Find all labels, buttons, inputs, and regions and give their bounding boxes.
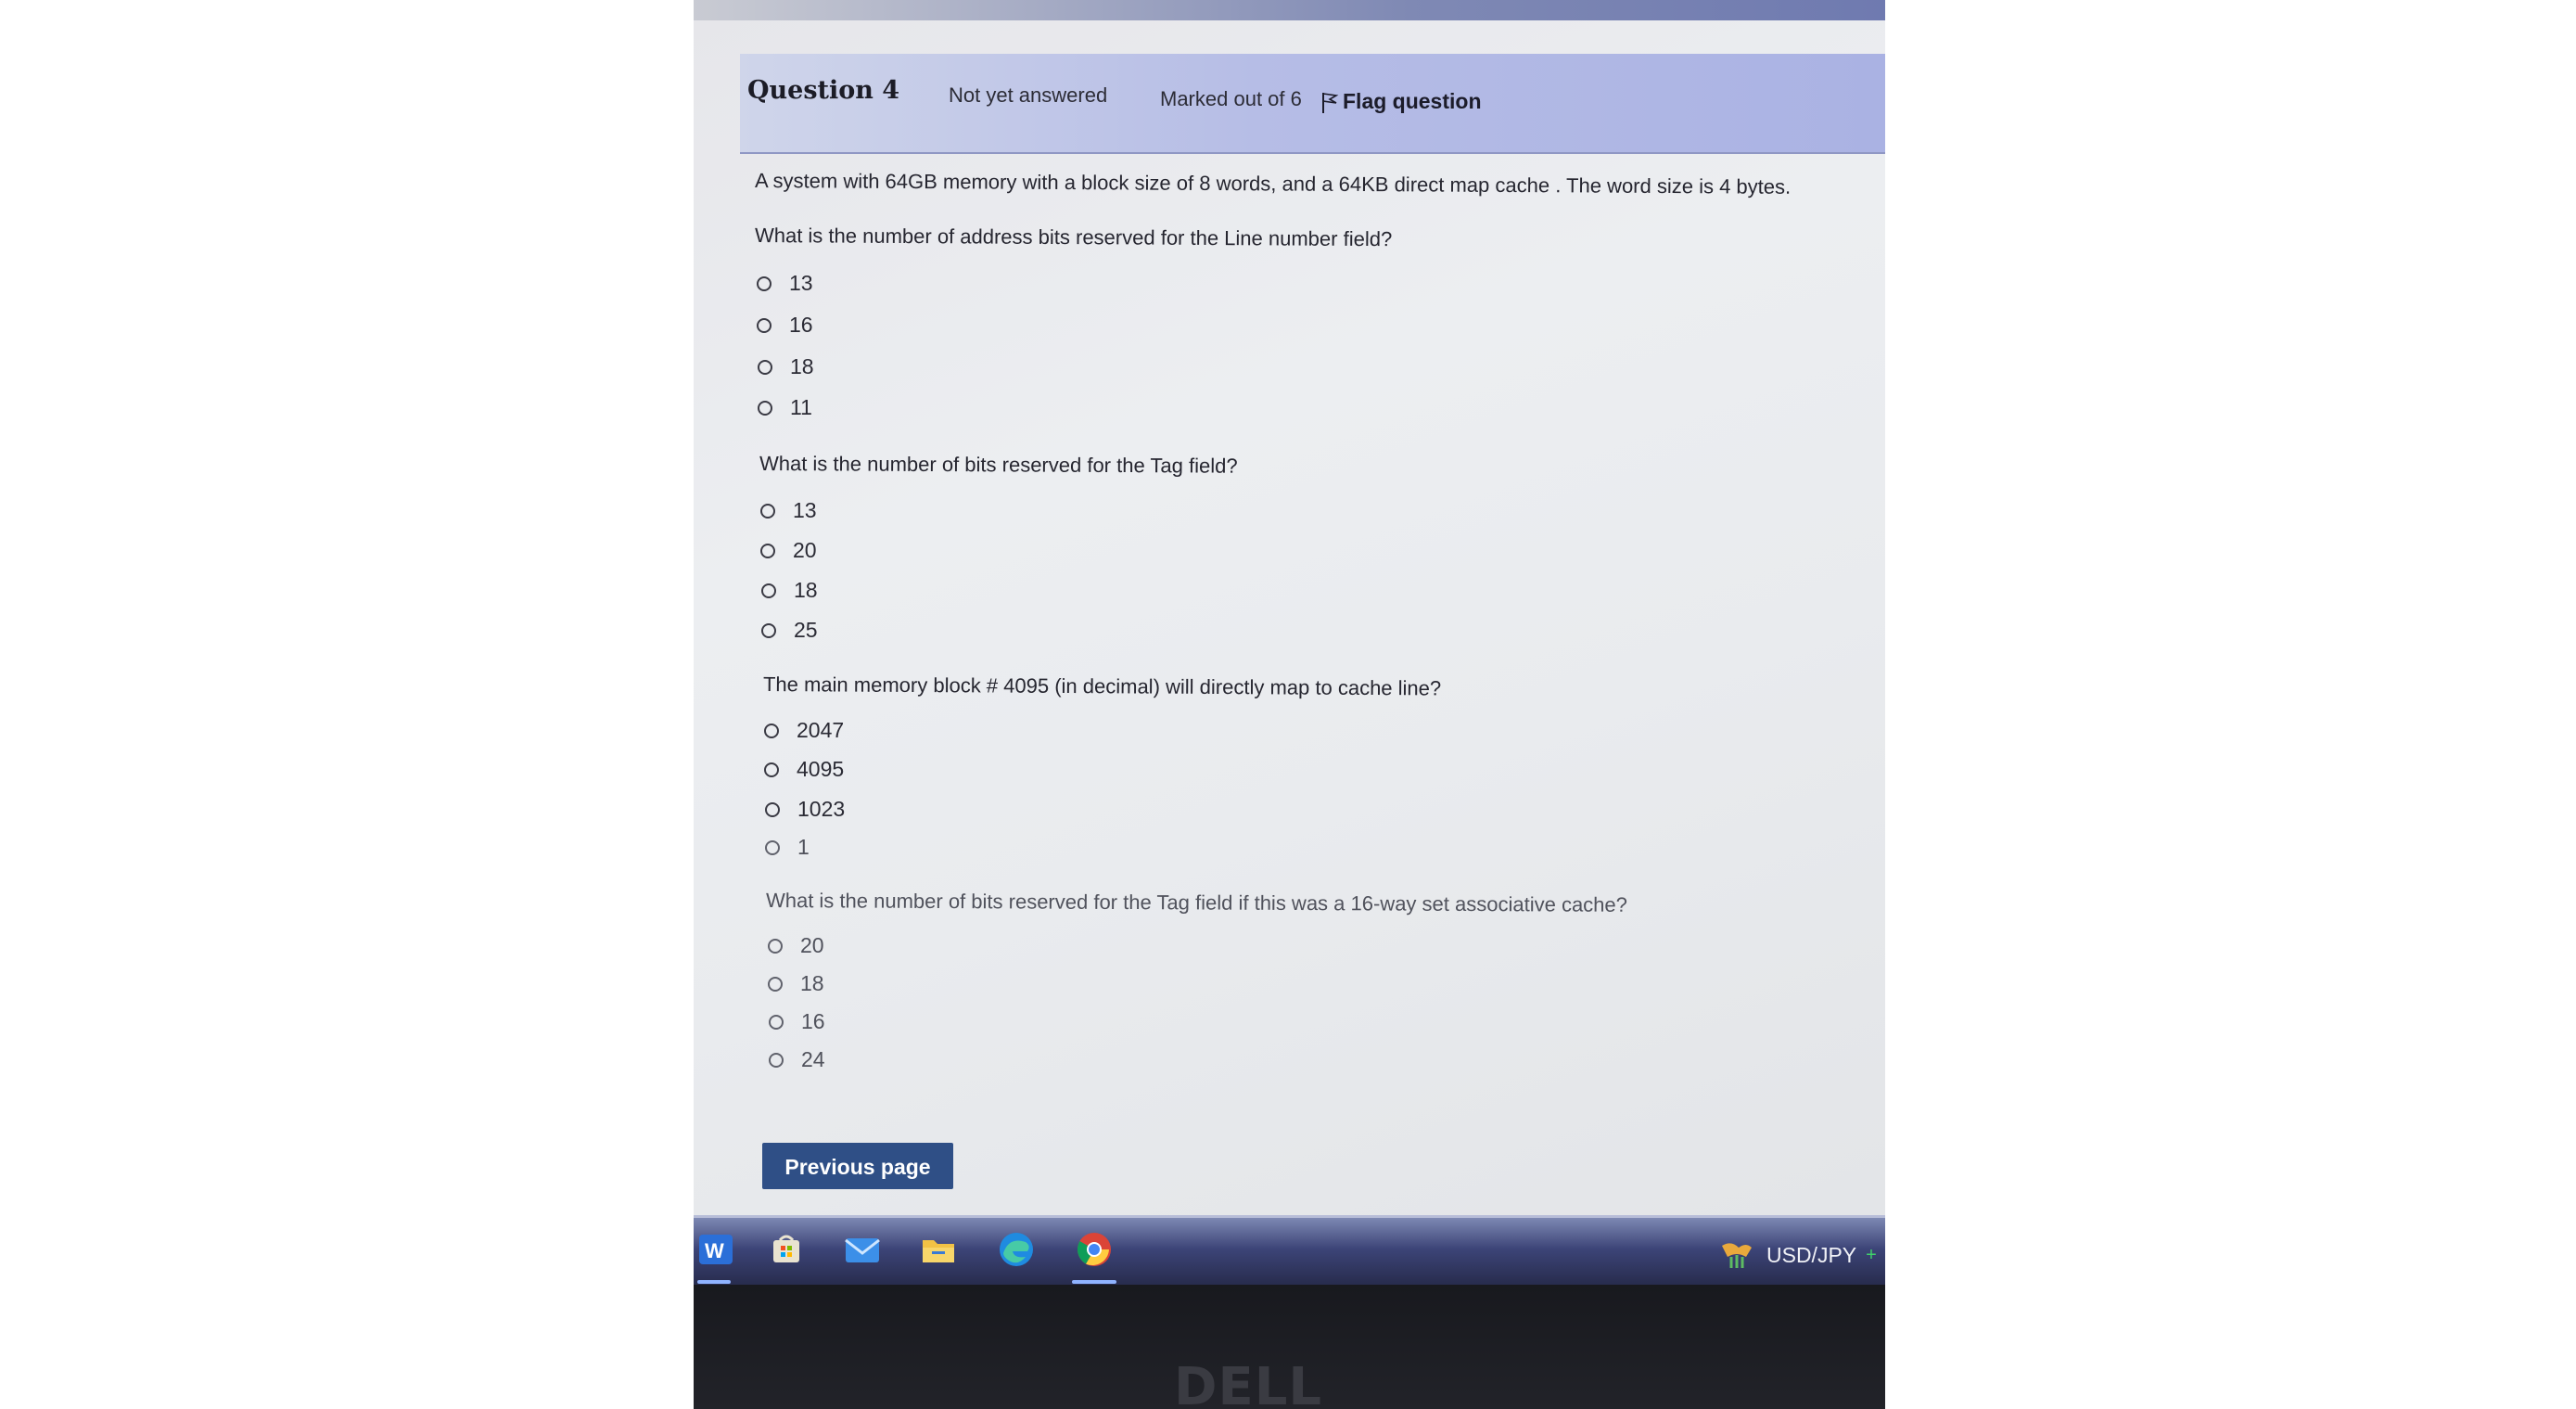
part-1-option-2[interactable]: 16 (757, 313, 813, 338)
part-2-option-4[interactable]: 25 (761, 618, 818, 643)
part-1-option-3[interactable]: 18 (758, 354, 814, 379)
file-explorer-icon[interactable] (918, 1229, 959, 1270)
photo-of-laptop-screen: Question 4 Not yet answered Marked out o… (694, 0, 1885, 1409)
svg-text:W: W (705, 1239, 724, 1262)
radio-button[interactable] (761, 622, 776, 638)
part-1-option-4[interactable]: 11 (758, 395, 812, 420)
radio-button[interactable] (757, 275, 772, 291)
radio-button[interactable] (757, 317, 772, 333)
laptop-bezel: DELL (694, 1285, 1885, 1409)
radio-button[interactable] (769, 1052, 784, 1068)
part-1-option-1[interactable]: 13 (757, 271, 813, 296)
option-label: 2047 (797, 718, 845, 742)
part-3-option-3[interactable]: 1023 (765, 797, 845, 822)
part-2-option-2[interactable]: 20 (760, 538, 817, 563)
question-part-1-prompt: What is the number of address bits reser… (754, 224, 1393, 251)
option-label: 11 (790, 395, 812, 419)
option-label: 4095 (797, 757, 845, 781)
part-3-option-1[interactable]: 2047 (764, 718, 844, 743)
option-label: 18 (800, 971, 824, 995)
windows-taskbar: W USD/JPY + (694, 1215, 1885, 1285)
radio-button[interactable] (758, 359, 772, 375)
radio-button[interactable] (761, 583, 776, 598)
question-part-4-prompt: What is the number of bits reserved for … (765, 889, 1627, 916)
word-active-indicator (697, 1280, 731, 1284)
ticker-change: + (1866, 1244, 1877, 1265)
part-3-option-4[interactable]: 1 (765, 835, 810, 860)
radio-button[interactable] (764, 762, 779, 777)
radio-button[interactable] (769, 1014, 784, 1030)
option-label: 1023 (797, 797, 846, 821)
question-intro: A system with 64GB memory with a block s… (754, 169, 1792, 199)
option-label: 13 (789, 271, 813, 295)
option-label: 20 (800, 933, 824, 957)
option-label: 16 (801, 1009, 825, 1033)
chrome-active-indicator (1072, 1280, 1116, 1284)
part-4-option-1[interactable]: 20 (768, 933, 824, 958)
radio-button[interactable] (764, 723, 779, 738)
option-label: 20 (793, 538, 817, 562)
option-label: 18 (794, 578, 818, 602)
option-label: 24 (801, 1047, 825, 1071)
mail-icon[interactable] (842, 1229, 883, 1270)
option-label: 16 (789, 313, 813, 337)
store-icon[interactable] (766, 1229, 807, 1270)
part-2-option-3[interactable]: 18 (761, 578, 818, 603)
radio-button[interactable] (765, 839, 780, 855)
part-4-option-4[interactable]: 24 (769, 1047, 825, 1072)
dell-logo: DELL (1174, 1357, 1323, 1409)
radio-button[interactable] (768, 976, 783, 992)
part-4-option-3[interactable]: 16 (769, 1009, 825, 1034)
question-part-3-prompt: The main memory block # 4095 (in decimal… (762, 672, 1442, 700)
option-label: 13 (793, 498, 817, 522)
chart-widget-icon (1722, 1243, 1752, 1268)
radio-button[interactable] (768, 938, 783, 954)
word-icon[interactable]: W (695, 1229, 736, 1270)
browser-screen: Question 4 Not yet answered Marked out o… (694, 0, 1885, 1285)
part-4-option-2[interactable]: 18 (768, 971, 824, 996)
option-label: 18 (790, 354, 814, 378)
edge-icon[interactable] (996, 1229, 1037, 1270)
radio-button[interactable] (760, 543, 775, 558)
option-label: 1 (797, 835, 810, 859)
radio-button[interactable] (758, 400, 772, 416)
stock-ticker-widget[interactable]: USD/JPY + (1718, 1238, 1877, 1272)
option-label: 25 (794, 618, 818, 642)
part-3-option-2[interactable]: 4095 (764, 757, 844, 782)
previous-page-button[interactable]: Previous page (762, 1143, 953, 1189)
chrome-icon[interactable] (1074, 1229, 1115, 1270)
question-part-2-prompt: What is the number of bits reserved for … (759, 452, 1238, 478)
radio-button[interactable] (765, 801, 780, 817)
ticker-label: USD/JPY (1766, 1242, 1857, 1267)
radio-button[interactable] (760, 503, 775, 519)
part-2-option-1[interactable]: 13 (760, 498, 817, 523)
question-content: A system with 64GB memory with a block s… (694, 0, 1885, 1285)
